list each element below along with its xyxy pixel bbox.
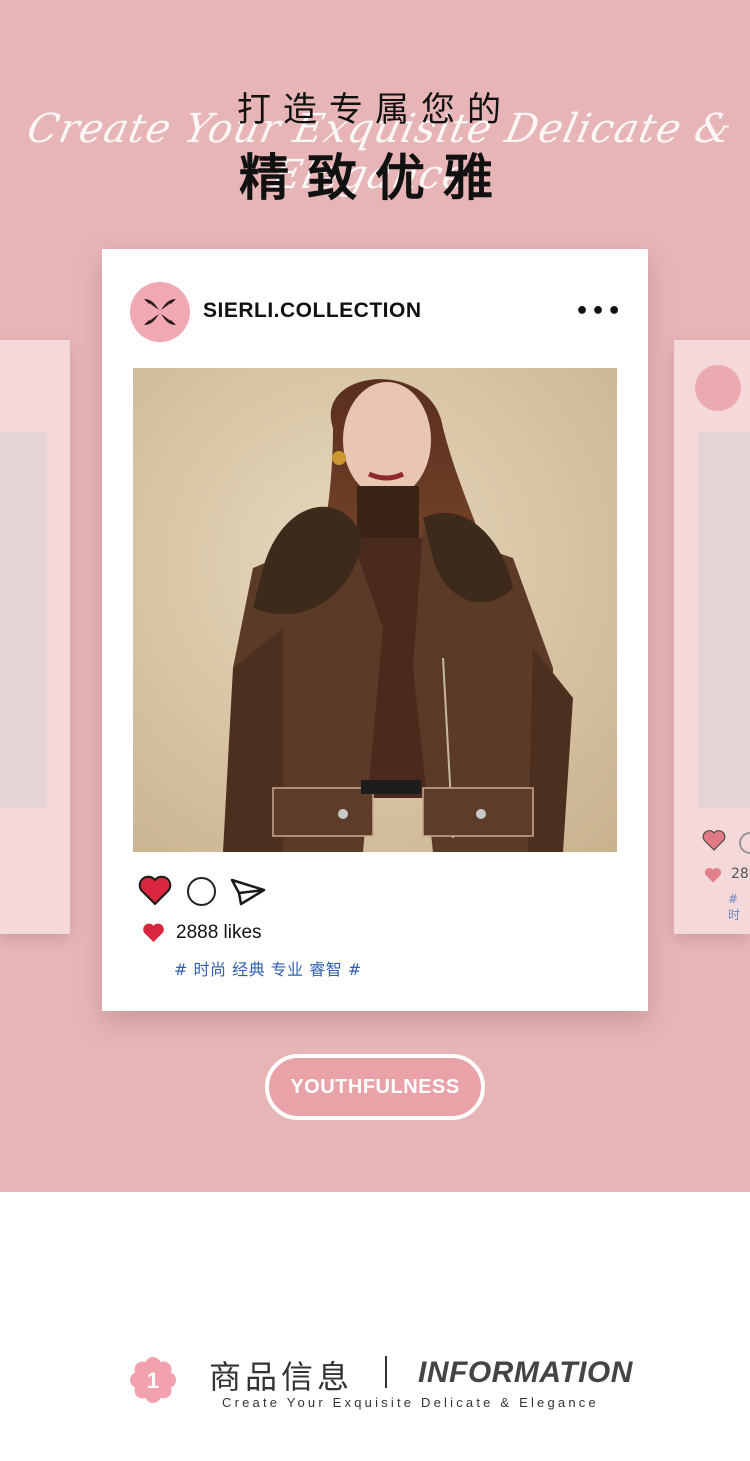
section-title-en: INFORMATION	[418, 1356, 633, 1389]
ghost-small-heart-icon	[704, 868, 722, 883]
comment-icon[interactable]	[187, 877, 216, 906]
ghost-photo-placeholder	[0, 432, 47, 808]
hero-title-main: 精致优雅	[239, 149, 511, 207]
more-options-icon[interactable]: •••	[575, 301, 621, 323]
section-subtitle: Create Your Exquisite Delicate & Eleganc…	[222, 1395, 599, 1410]
ghost-photo-placeholder	[698, 432, 750, 808]
like-heart-icon[interactable]	[138, 875, 172, 906]
post-photo	[133, 368, 617, 852]
likes-heart-icon	[143, 923, 164, 943]
ghost-comment-icon	[739, 832, 750, 854]
section-number: 1	[147, 1368, 159, 1393]
send-icon[interactable]	[229, 876, 267, 908]
brand-logo-icon	[144, 299, 176, 325]
ghost-likes-text: 288	[731, 866, 750, 882]
likes-count: 2888 likes	[176, 922, 262, 943]
section-number-flower-icon: 1	[130, 1357, 176, 1403]
account-name[interactable]: SIERLI.COLLECTION	[203, 299, 422, 323]
hashtags[interactable]: # 时尚 经典 专业 睿智 #	[174, 956, 362, 980]
ghost-avatar	[695, 365, 741, 411]
brand-avatar[interactable]	[130, 282, 190, 342]
post-card: SIERLI.COLLECTION ••• 2888 likes # 时尚 经典…	[102, 249, 648, 1011]
ghost-tags-text: # 时	[728, 892, 741, 922]
section-title-cn: 商品信息	[209, 1358, 354, 1396]
ghost-heart-icon	[702, 830, 726, 851]
ghost-card-left	[0, 340, 70, 934]
hero-banner: Create Your Exquisite Delicate & Eleganc…	[0, 0, 750, 1192]
ghost-card-right: 288 # 时	[674, 340, 750, 934]
model-photo-illustration	[133, 368, 617, 852]
hero-title-top: 打造专属您的	[237, 90, 513, 130]
youthfulness-pill-button[interactable]: YOUTHFULNESS	[265, 1054, 485, 1120]
heading-divider	[385, 1356, 387, 1388]
